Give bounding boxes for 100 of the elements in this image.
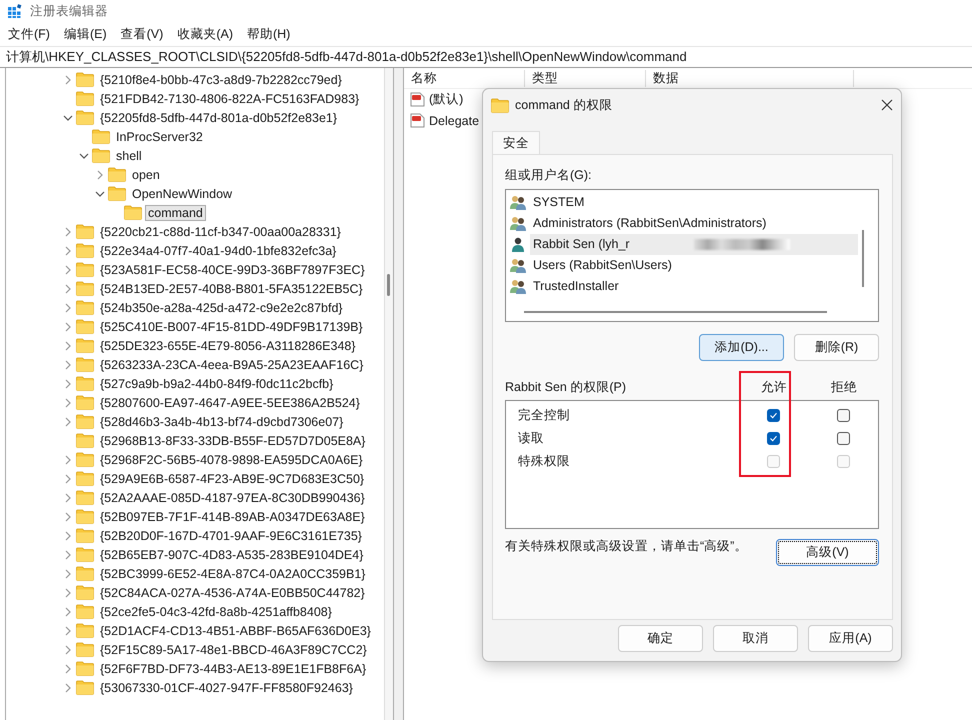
tree-item[interactable]: {52F6F7BD-DF73-44B3-AE13-89E1E1FB8F6A} [97, 660, 370, 676]
menu-item[interactable]: 查看(V) [120, 26, 164, 42]
dialog-title: command 的权限 [515, 96, 614, 114]
tree-item[interactable]: {52968B13-8F33-33DB-B55F-ED57D7D05E8A} [97, 432, 368, 448]
column-header[interactable]: 名称 [404, 70, 525, 86]
column-header[interactable]: 类型 [525, 70, 646, 86]
chevron-down-icon[interactable] [79, 150, 89, 160]
chevron-right-icon[interactable] [63, 626, 73, 636]
chevron-right-icon[interactable] [63, 302, 73, 312]
chevron-right-icon[interactable] [63, 492, 73, 502]
chevron-right-icon[interactable] [95, 170, 105, 180]
tree-item[interactable]: {528d46b3-3a4b-4b13-bf74-d9cbd7306e07} [97, 414, 346, 430]
tree-item[interactable]: {52F15C89-5A17-48e1-BBCD-46A3F89C7CC2} [97, 642, 370, 658]
folder-icon [76, 376, 94, 391]
chevron-right-icon[interactable] [63, 644, 73, 654]
tree-item[interactable]: {525C410E-B007-4F15-81DD-49DF9B17139B} [97, 318, 366, 334]
tree-item[interactable]: {52B097EB-7F1F-414B-89AB-A0347DE63A8E} [97, 508, 368, 524]
menu-item[interactable]: 帮助(H) [246, 26, 290, 42]
scrollbar-thumb[interactable] [862, 230, 864, 287]
checkbox[interactable] [836, 432, 850, 445]
tree-item[interactable]: {52B65EB7-907C-4D83-A535-283BE9104DE4} [97, 546, 366, 562]
chevron-right-icon[interactable] [63, 74, 73, 84]
chevron-right-icon[interactable] [63, 340, 73, 350]
menu-item[interactable]: 文件(F) [8, 26, 50, 42]
checkbox[interactable] [766, 432, 780, 445]
pane-splitter[interactable] [394, 68, 404, 720]
tree-item[interactable]: {5263233A-23CA-4eea-B9A5-25A23EAAF16C} [97, 356, 366, 372]
user-list-item[interactable]: TrustedInstaller [530, 276, 858, 297]
chevron-right-icon[interactable] [63, 606, 73, 616]
tree-item[interactable]: {524b350e-a28a-425d-a472-c9e2e2c87bfd} [97, 300, 346, 316]
tree-item[interactable]: {52205fd8-5dfb-447d-801a-d0b52f2e83e1} [97, 110, 340, 126]
chevron-right-icon[interactable] [63, 264, 73, 274]
folder-icon [76, 452, 94, 467]
tree-item[interactable]: {52ce2fe5-04c3-42fd-8a8b-4251affb8408} [97, 604, 335, 620]
tree-item[interactable]: {5220cb21-c88d-11cf-b347-00aa00a28331} [97, 224, 344, 240]
chevron-right-icon[interactable] [63, 454, 73, 464]
dialog-button[interactable]: 确定 [618, 625, 703, 652]
tree-item[interactable]: open [129, 166, 163, 182]
tab[interactable]: 安全 [492, 131, 540, 154]
chevron-right-icon[interactable] [63, 322, 73, 332]
chevron-right-icon[interactable] [63, 284, 73, 294]
tree-item[interactable]: shell [113, 148, 145, 164]
tree-item[interactable]: {524B13ED-2E57-40B8-B801-5FA35122EB5C} [97, 280, 366, 296]
chevron-down-icon[interactable] [95, 188, 105, 198]
menu-item[interactable]: 编辑(E) [64, 26, 107, 42]
chevron-right-icon[interactable] [63, 588, 73, 598]
tree-item[interactable]: {529A9E6B-6587-4F23-AB9E-9C7D683E3C50} [97, 470, 368, 486]
tree-item[interactable]: {521FDB42-7130-4806-822A-FC5163FAD983} [97, 90, 362, 106]
check-icon [768, 411, 778, 420]
dialog-button[interactable]: 高级(V) [776, 539, 879, 566]
scrollbar-thumb[interactable] [387, 274, 390, 296]
tree-item[interactable]: {53067330-01CF-4027-947F-FF8580F92463} [97, 680, 356, 696]
tree-item[interactable]: {52A2AAAE-085D-4187-97EA-8C30DB990436} [97, 490, 368, 506]
tree-item[interactable]: {52BC3999-6E52-4E8A-87C4-0A2A0CC359B1} [97, 566, 368, 582]
dialog-button[interactable]: 应用(A) [808, 625, 893, 652]
column-header[interactable]: 数据 [646, 70, 854, 86]
checkbox[interactable] [766, 409, 780, 422]
tree-item[interactable]: {52B20D0F-167D-4701-9AAF-9E6C3161E735} [97, 528, 365, 544]
tree-item[interactable]: {523A581F-EC58-40CE-99D3-36BF7897F3EC} [97, 262, 368, 278]
dialog-button[interactable]: 删除(R) [794, 334, 879, 361]
tree-item[interactable]: InProcServer32 [113, 128, 206, 144]
chevron-right-icon[interactable] [63, 474, 73, 484]
dialog-button[interactable]: 添加(D)... [699, 334, 784, 361]
tree-item[interactable]: {5210f8e4-b0bb-47c3-a8d9-7b2282cc79ed} [97, 72, 345, 88]
chevron-right-icon[interactable] [63, 512, 73, 522]
tree-item[interactable]: {52807600-EA97-4647-A9EE-5EE386A2B524} [97, 394, 363, 410]
tree-item[interactable]: {52D1ACF4-CD13-4B51-ABBF-B65AF636D0E3} [97, 622, 374, 638]
value-name[interactable]: (默认) [429, 91, 464, 108]
tree-item[interactable]: command [145, 204, 206, 220]
menu-item[interactable]: 收藏夹(A) [177, 26, 233, 42]
chevron-right-icon[interactable] [63, 568, 73, 578]
chevron-right-icon[interactable] [63, 360, 73, 370]
chevron-right-icon[interactable] [63, 398, 73, 408]
chevron-right-icon[interactable] [63, 682, 73, 692]
chevron-right-icon[interactable] [63, 378, 73, 388]
tree-item[interactable]: {52C84ACA-027A-4536-A74A-E0BB50C44782} [97, 584, 368, 600]
chevron-down-icon[interactable] [63, 112, 73, 122]
chevron-right-icon[interactable] [63, 550, 73, 560]
dialog-button[interactable]: 取消 [713, 625, 798, 652]
folder-icon [76, 357, 94, 372]
chevron-right-icon[interactable] [63, 664, 73, 674]
user-list-item[interactable]: SYSTEM [530, 192, 858, 213]
scrollbar-thumb[interactable] [524, 311, 827, 313]
checkbox[interactable] [836, 409, 850, 422]
value-name[interactable]: Delegate [429, 114, 480, 128]
tree-item[interactable]: {525DE323-655E-4E79-8056-A3118286E348} [97, 338, 359, 354]
chevron-right-icon[interactable] [63, 246, 73, 256]
chevron-right-icon[interactable] [63, 530, 73, 540]
user-list-item[interactable]: Users (RabbitSen\Users) [530, 255, 858, 276]
user-list-item[interactable]: Administrators (RabbitSen\Administrators) [530, 213, 858, 234]
chevron-right-icon[interactable] [63, 226, 73, 236]
folder-icon [76, 585, 94, 600]
tree-item[interactable]: {522e34a4-07f7-40a1-94d0-1bfe832efc3a} [97, 242, 340, 258]
address-bar[interactable]: 计算机\HKEY_CLASSES_ROOT\CLSID\{52205fd8-5dfb-447d-801a-d0b52f2e83e1}\shell\OpenNewWindow\command [0, 46, 972, 68]
close-icon[interactable] [881, 99, 893, 111]
tree-item[interactable]: {527c9a9b-b9a2-44b0-84f9-f0dc11c2bcfb} [97, 376, 336, 392]
tree-item[interactable]: OpenNewWindow [129, 186, 236, 202]
folder-icon [76, 110, 94, 125]
tree-item[interactable]: {52968F2C-56B5-4078-9898-EA595DCA0A6E} [97, 452, 366, 468]
chevron-right-icon[interactable] [63, 416, 73, 426]
